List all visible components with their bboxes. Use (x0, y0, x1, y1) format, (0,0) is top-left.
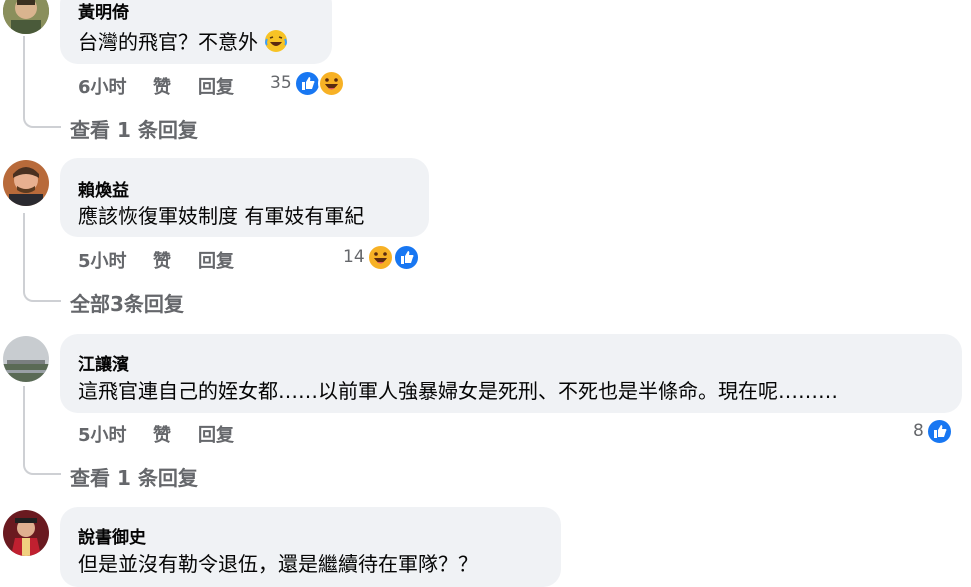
thread-elbow (23, 116, 61, 128)
avatar[interactable] (3, 336, 49, 382)
laugh-icon (318, 70, 345, 97)
comment-thread: 黃明倚 台灣的飛官？不意外 6小时 赞 回复 35 查看 1 条回复 賴煥益 應… (0, 0, 971, 587)
avatar[interactable] (3, 0, 49, 34)
reply-button[interactable]: 回复 (198, 421, 234, 447)
thread-line (23, 36, 25, 116)
view-replies-link[interactable]: 全部3条回复 (70, 288, 184, 317)
avatar[interactable] (3, 160, 49, 206)
comment-timestamp[interactable]: 5小时 (78, 247, 127, 273)
thread-line (23, 213, 25, 290)
thread-elbow (23, 290, 61, 302)
reaction-summary[interactable]: 8 (913, 418, 963, 446)
like-button[interactable]: 赞 (153, 421, 171, 447)
like-button[interactable]: 赞 (153, 247, 171, 273)
like-icon (926, 418, 953, 445)
like-icon (393, 244, 420, 271)
comment-text: 這飛官連自己的姪女都……以前軍人強暴婦女是死刑、不死也是半條命。現在呢……… (78, 379, 838, 403)
comment-text-body: 台灣的飛官？不意外 (78, 30, 258, 54)
laugh-icon (367, 244, 394, 271)
comment-bubble: 賴煥益 應該恢復軍妓制度 有軍妓有軍紀 (60, 158, 429, 237)
like-button[interactable]: 赞 (153, 73, 171, 99)
avatar-image (3, 0, 49, 34)
thread-line (23, 386, 25, 463)
comment-text: 但是並沒有勒令退伍，還是繼續待在軍隊？？ (78, 552, 478, 576)
laughing-tears-emoji-icon (265, 30, 288, 52)
reaction-count: 35 (270, 73, 292, 93)
view-replies-link[interactable]: 查看 1 条回复 (70, 462, 198, 491)
comment-author[interactable]: 說書御史 (78, 523, 146, 548)
comment-bubble: 黃明倚 台灣的飛官？不意外 (60, 0, 332, 64)
reaction-count: 8 (913, 421, 924, 441)
comment-author[interactable]: 黃明倚 (78, 0, 129, 23)
comment-author[interactable]: 江讓濱 (78, 350, 129, 375)
reply-button[interactable]: 回复 (198, 247, 234, 273)
avatar-image (3, 160, 49, 206)
reply-button[interactable]: 回复 (198, 73, 234, 99)
comment-bubble: 江讓濱 這飛官連自己的姪女都……以前軍人強暴婦女是死刑、不死也是半條命。現在呢…… (60, 334, 962, 413)
comment-bubble: 說書御史 但是並沒有勒令退伍，還是繼續待在軍隊？？ (60, 507, 561, 587)
avatar[interactable] (3, 510, 49, 556)
comment-author[interactable]: 賴煥益 (78, 176, 129, 201)
avatar-image (3, 510, 49, 556)
avatar-image (3, 336, 49, 382)
view-replies-link[interactable]: 查看 1 条回复 (70, 114, 198, 143)
reaction-count: 14 (343, 247, 365, 267)
like-icon (294, 70, 321, 97)
thread-elbow (23, 463, 61, 475)
comment-timestamp[interactable]: 6小时 (78, 73, 127, 99)
comment-timestamp[interactable]: 5小时 (78, 421, 127, 447)
comment-text: 台灣的飛官？不意外 (78, 26, 288, 55)
reaction-summary[interactable]: 14 (343, 244, 423, 272)
reaction-summary[interactable]: 35 (270, 70, 350, 98)
comment-text: 應該恢復軍妓制度 有軍妓有軍紀 (78, 204, 365, 228)
